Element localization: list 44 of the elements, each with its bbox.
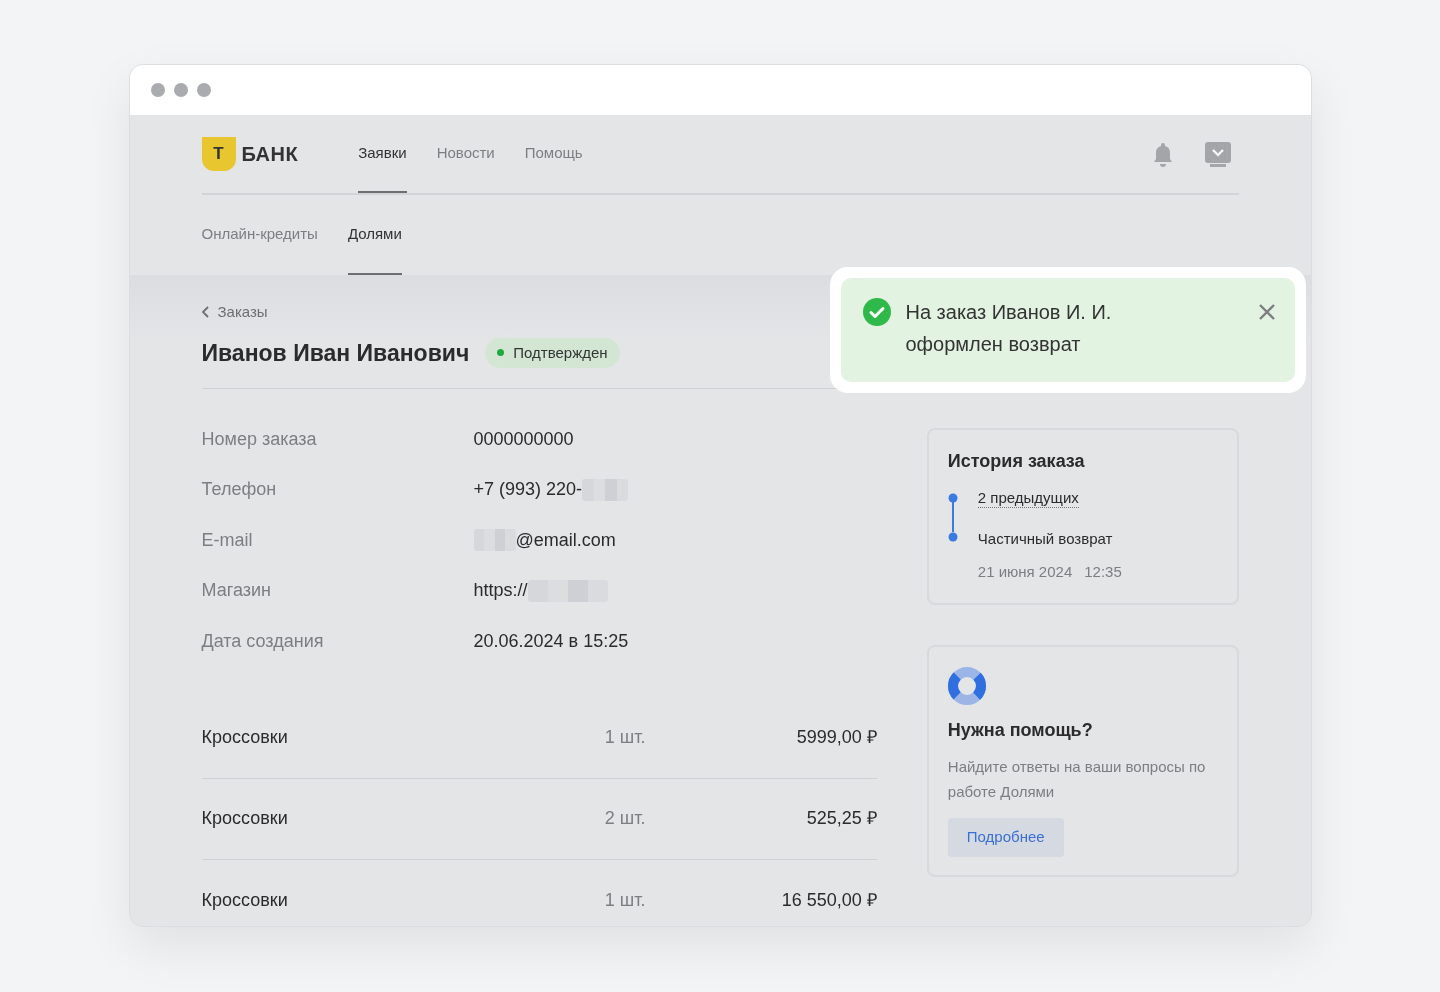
item-price: 525,25 ₽	[805, 807, 877, 830]
nav-tab[interactable]: Помощь	[524, 115, 583, 193]
detail-value: https://	[473, 579, 528, 603]
check-circle-icon	[862, 298, 891, 326]
page-title: Иванов Иван Иванович	[201, 338, 470, 368]
logo-text: БАНК	[241, 142, 299, 167]
item-name: Кроссовки	[201, 888, 289, 912]
chevron-box-icon[interactable]	[1204, 141, 1231, 167]
close-icon	[1258, 304, 1275, 320]
detail-value: @email.com	[515, 528, 616, 552]
previous-events-link[interactable]: 2 предыдущих	[977, 489, 1079, 508]
nav-tab[interactable]: Заявки	[358, 115, 407, 193]
subnav-tab[interactable]: Онлайн-кредиты	[201, 195, 318, 275]
lifebuoy-icon	[947, 667, 986, 705]
help-text: Найдите ответы на ваши вопросы по работе Долями	[947, 757, 1207, 802]
detail-label: Магазин	[201, 579, 272, 603]
back-link[interactable]: Заказы	[201, 301, 268, 324]
item-quantity: 1 шт.	[604, 726, 647, 749]
detail-value: 0000000000	[473, 427, 574, 451]
detail-label: Телефон	[201, 478, 278, 502]
toast-message: На заказ Иванов И. И.	[905, 300, 1113, 325]
chevron-left-icon	[201, 306, 210, 319]
event-title: Частичный возврат	[977, 529, 1114, 549]
status-badge: Подтвержден	[485, 337, 620, 368]
card-title: История заказа	[947, 450, 1086, 473]
nav-tab[interactable]: Новости	[436, 115, 495, 193]
item-quantity: 1 шт.	[604, 888, 647, 912]
card-title: Нужна помощь?	[947, 719, 1094, 742]
item-price: 16 550,00 ₽	[780, 888, 877, 912]
item-quantity: 2 шт.	[604, 807, 647, 830]
toast-message: оформлен возврат	[905, 332, 1082, 357]
event-date: 21 июня 2024	[977, 561, 1073, 582]
item-price: 5999,00 ₽	[795, 726, 877, 749]
event-time: 12:35	[1084, 561, 1122, 582]
timeline-icon	[947, 493, 958, 543]
detail-value: +7 (993) 220-	[473, 478, 583, 502]
detail-label: E-mail	[201, 528, 254, 552]
detail-label: Дата создания	[201, 629, 325, 653]
item-name: Кроссовки	[201, 807, 289, 830]
more-button[interactable]: Подробнее	[947, 818, 1064, 857]
logo-shield-icon: Т	[201, 137, 236, 171]
detail-label: Номер заказа	[201, 427, 318, 451]
detail-value: 20.06.2024 в 15:25	[473, 629, 629, 653]
item-name: Кроссовки	[201, 726, 289, 749]
